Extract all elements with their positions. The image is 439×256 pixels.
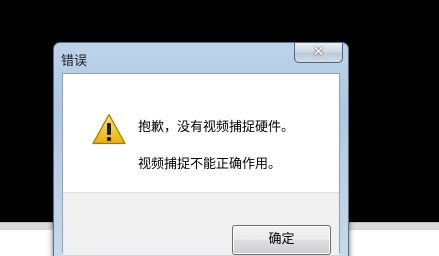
error-message-line2: 视频捕捉不能正确作用。 <box>138 157 282 172</box>
screen: 错误 ✕ 抱歉，没有视频捕捉硬件。 视频捕捉不能正确作用。 确定 <box>0 0 439 256</box>
dialog-button-bar: 确定 <box>63 192 339 255</box>
error-dialog: 错误 ✕ 抱歉，没有视频捕捉硬件。 视频捕捉不能正确作用。 确定 <box>53 42 349 256</box>
error-message-line1: 抱歉，没有视频捕捉硬件。 <box>138 120 295 135</box>
message-area: 抱歉，没有视频捕捉硬件。 视频捕捉不能正确作用。 <box>63 74 339 192</box>
warning-icon <box>92 113 126 145</box>
close-button[interactable]: ✕ <box>294 43 343 63</box>
dialog-titlebar[interactable]: 错误 ✕ <box>54 43 348 73</box>
dialog-title: 错误 <box>61 54 88 69</box>
dialog-client-area: 抱歉，没有视频捕捉硬件。 视频捕捉不能正确作用。 确定 <box>62 73 340 255</box>
ok-button[interactable]: 确定 <box>232 225 331 255</box>
close-icon: ✕ <box>312 44 325 60</box>
